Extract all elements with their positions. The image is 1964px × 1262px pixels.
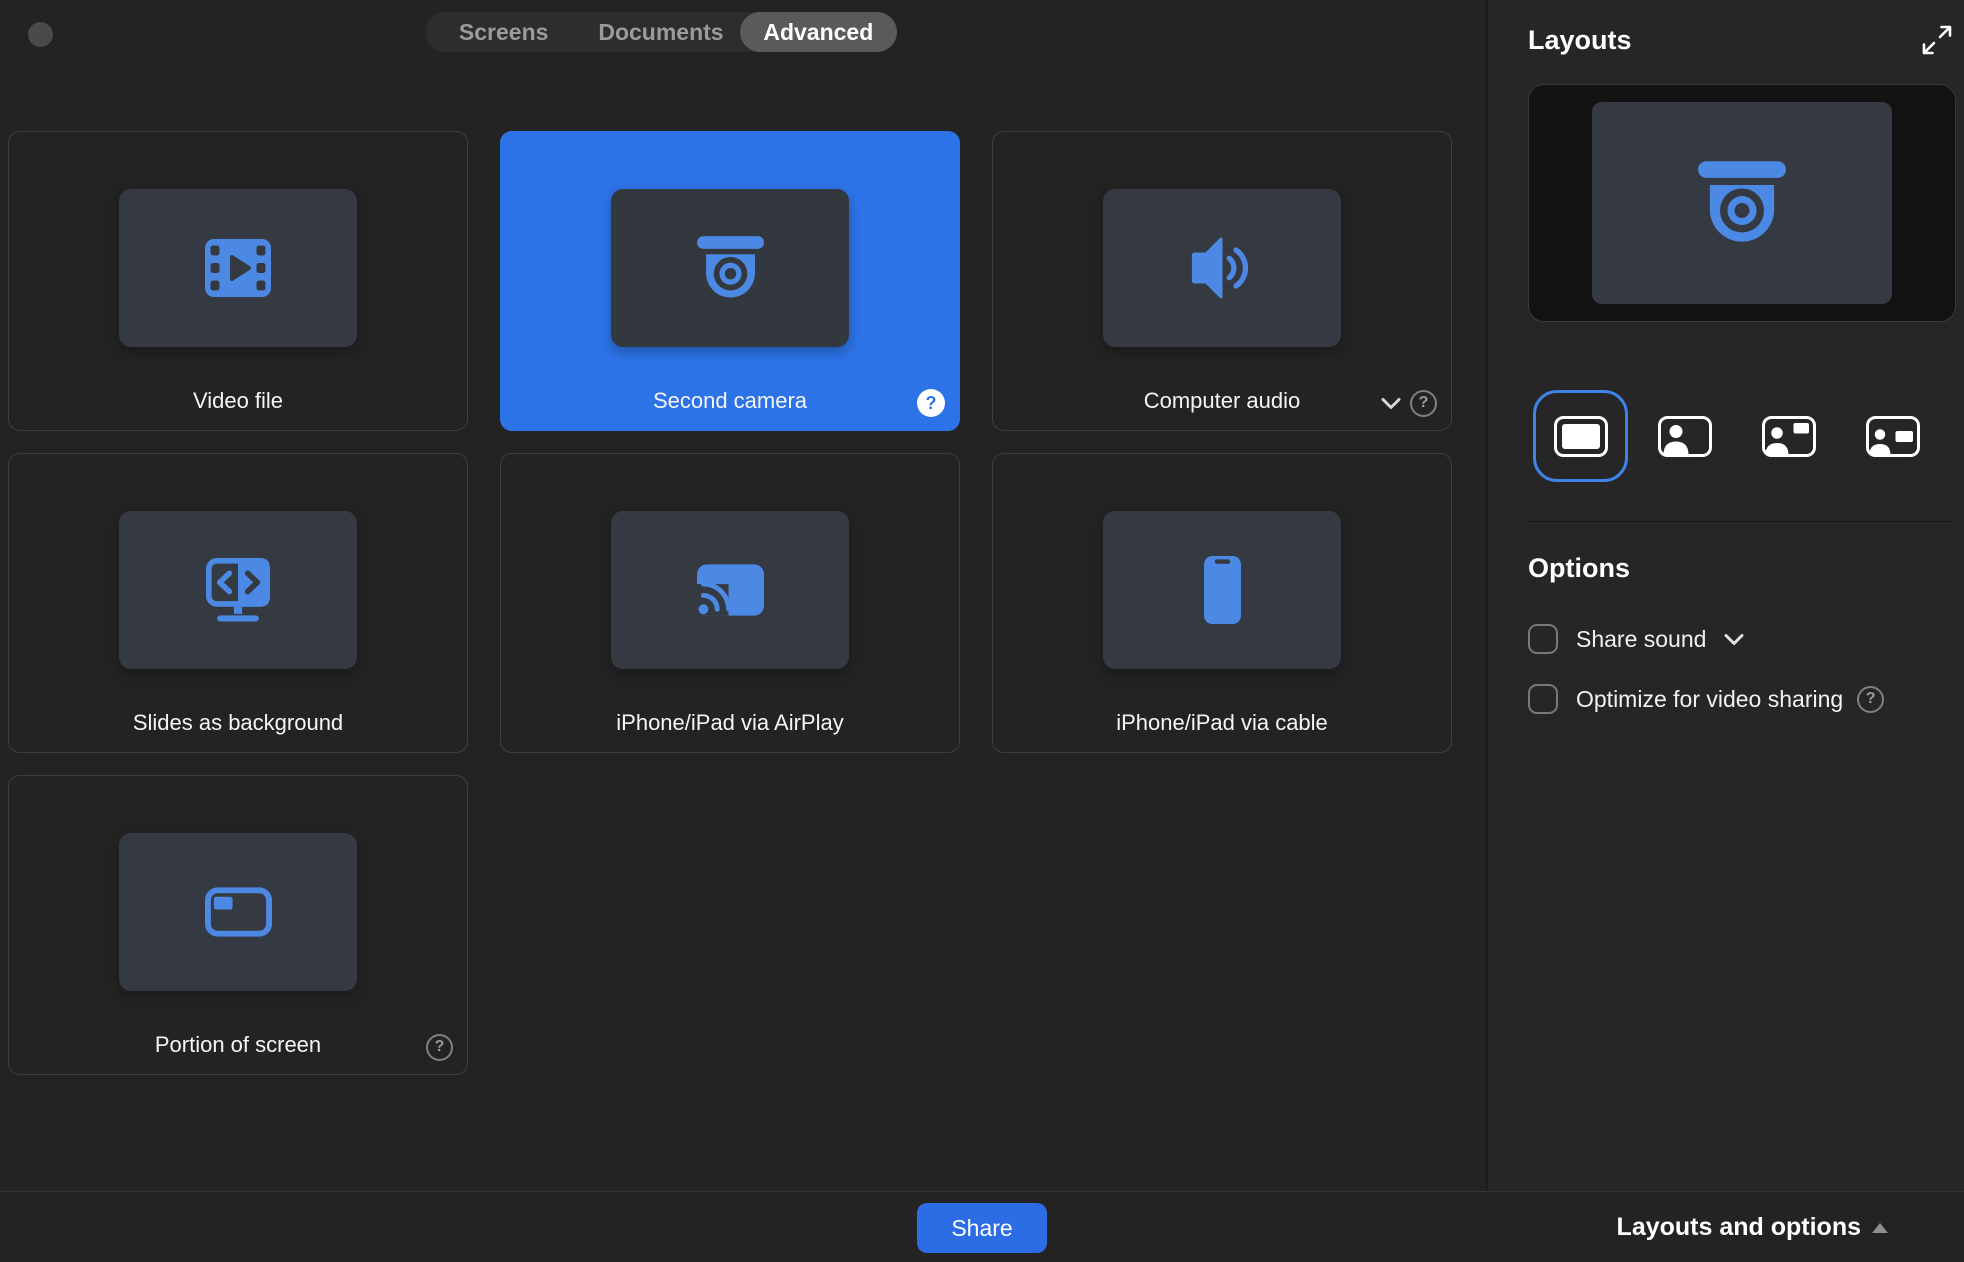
tile-label: Slides as background (9, 710, 467, 736)
tile-label: Second camera (501, 388, 959, 414)
tile-label: iPhone/iPad via AirPlay (501, 710, 959, 736)
tab-advanced[interactable]: Advanced (740, 12, 897, 52)
share-button[interactable]: Share (917, 1203, 1047, 1253)
share-source-grid: Video file Second camera ? (8, 131, 1452, 1075)
pip-layout-icon (1762, 416, 1816, 457)
content-only-layout-icon (1554, 416, 1608, 457)
tile-portion-of-screen[interactable]: Portion of screen ? (8, 775, 468, 1075)
tile-thumbnail (119, 189, 357, 347)
expand-arrows-icon (1921, 24, 1953, 56)
side-by-side-layout-icon (1866, 416, 1920, 457)
layouts-toggle-label: Layouts and options (1617, 1213, 1861, 1242)
layout-side-by-side-button[interactable] (1845, 390, 1940, 482)
airplay-cast-icon (697, 564, 764, 616)
tile-second-camera[interactable]: Second camera ? (500, 131, 960, 431)
optimize-video-label: Optimize for video sharing (1576, 686, 1843, 713)
computer-audio-dropdown-button[interactable] (1381, 397, 1401, 410)
tile-extras: ? (917, 389, 945, 417)
phone-icon (1204, 556, 1241, 624)
help-icon[interactable]: ? (1410, 390, 1437, 417)
option-optimize-video: Optimize for video sharing ? (1528, 684, 1964, 714)
tile-label: Video file (9, 388, 467, 414)
portion-of-screen-icon (205, 887, 272, 937)
share-sound-dropdown-button[interactable] (1724, 633, 1744, 646)
optimize-video-checkbox[interactable] (1528, 684, 1558, 714)
layouts-header: Layouts (1528, 0, 1964, 56)
tile-label: Portion of screen (9, 1032, 467, 1058)
layouts-and-options-toggle[interactable]: Layouts and options (1611, 1192, 1894, 1262)
tile-computer-audio[interactable]: Computer audio ? (992, 131, 1452, 431)
tile-video-file[interactable]: Video file (8, 131, 468, 431)
share-sound-label: Share sound (1576, 626, 1706, 653)
tile-extras: ? (1381, 389, 1437, 417)
chevron-down-icon (1724, 633, 1744, 646)
dome-camera-icon (1698, 161, 1786, 245)
layout-speaker-view-button[interactable] (1637, 390, 1732, 482)
expand-button[interactable] (1921, 24, 1953, 56)
options-title: Options (1528, 553, 1964, 584)
tile-slides-as-background[interactable]: Slides as background (8, 453, 468, 753)
video-file-icon (205, 239, 271, 297)
speaker-icon (1189, 235, 1255, 301)
tile-thumbnail (611, 511, 849, 669)
sidebar-divider (1528, 521, 1952, 522)
layout-buttons (1533, 390, 1964, 482)
tile-thumbnail (1103, 511, 1341, 669)
tab-documents[interactable]: Documents (582, 12, 739, 52)
dome-camera-icon (697, 236, 764, 300)
tile-thumbnail (611, 189, 849, 347)
chevron-up-icon (1872, 1223, 1888, 1233)
window-control-dot[interactable] (28, 22, 53, 47)
layouts-title: Layouts (1528, 25, 1632, 56)
layout-pip-button[interactable] (1741, 390, 1836, 482)
tile-iphone-ipad-cable[interactable]: iPhone/iPad via cable (992, 453, 1452, 753)
share-screen-dialog: Screens Documents Advanced Video file (0, 0, 1964, 1262)
tab-screens[interactable]: Screens (425, 12, 582, 52)
share-mode-tabs: Screens Documents Advanced (425, 12, 897, 52)
slides-monitor-icon (205, 558, 271, 622)
layout-content-only-button[interactable] (1533, 390, 1628, 482)
bottom-bar: Share Layouts and options (0, 1191, 1964, 1262)
tile-iphone-ipad-airplay[interactable]: iPhone/iPad via AirPlay (500, 453, 960, 753)
speaker-view-layout-icon (1658, 416, 1712, 457)
layout-preview (1528, 84, 1956, 322)
tile-thumbnail (119, 833, 357, 991)
option-share-sound: Share sound (1528, 624, 1964, 654)
tile-label: iPhone/iPad via cable (993, 710, 1451, 736)
help-icon[interactable]: ? (426, 1034, 453, 1061)
layouts-panel: Layouts (1486, 0, 1964, 1191)
help-icon[interactable]: ? (1857, 686, 1884, 713)
help-badge-icon[interactable]: ? (917, 389, 945, 417)
tile-thumbnail (119, 511, 357, 669)
tile-thumbnail (1103, 189, 1341, 347)
layout-preview-thumbnail (1592, 102, 1892, 304)
chevron-down-icon (1381, 397, 1401, 410)
share-sound-checkbox[interactable] (1528, 624, 1558, 654)
tile-extras: ? (426, 1033, 453, 1061)
